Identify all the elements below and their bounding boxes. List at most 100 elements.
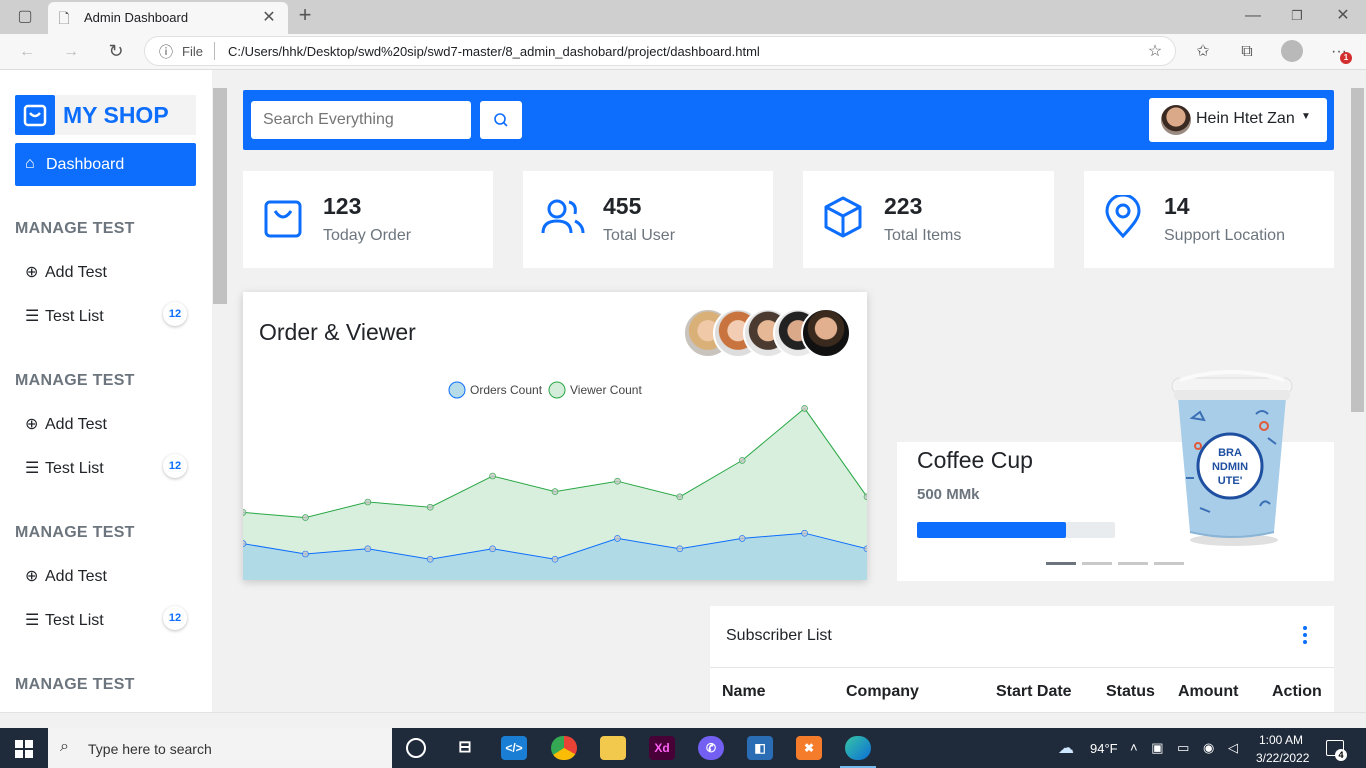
- close-window-icon[interactable]: ✕: [1332, 6, 1354, 26]
- vscode-icon[interactable]: </>: [501, 736, 527, 760]
- cup-text: UTE': [1218, 475, 1243, 487]
- legend-swatch[interactable]: [548, 381, 566, 399]
- brand[interactable]: MY SHOP: [15, 95, 196, 135]
- url-divider: [214, 42, 215, 60]
- legend-label[interactable]: Viewer Count: [570, 383, 642, 397]
- restore-icon[interactable]: ❐: [1286, 6, 1308, 26]
- sidebar-item-test-list[interactable]: ☰ Test List 12: [25, 454, 195, 482]
- sidebar-item-label: Add Test: [45, 416, 107, 433]
- data-point[interactable]: [302, 514, 309, 521]
- product-progress: [917, 522, 1115, 538]
- data-point[interactable]: [676, 493, 684, 501]
- edge-icon[interactable]: [845, 736, 871, 760]
- chrome-icon[interactable]: [551, 736, 577, 760]
- forward-icon[interactable]: →: [60, 42, 82, 62]
- carousel-indicator[interactable]: [1046, 562, 1076, 565]
- sidebar-item-label: Test List: [45, 460, 104, 477]
- task-view-icon[interactable]: ⊟: [452, 736, 478, 760]
- adobe-xd-icon[interactable]: Xd: [649, 736, 675, 760]
- weather-icon[interactable]: ☁: [1058, 738, 1074, 758]
- data-point[interactable]: [676, 545, 684, 553]
- data-point[interactable]: [551, 555, 559, 563]
- sidebar-scroll-thumb[interactable]: [213, 88, 227, 304]
- collections-icon[interactable]: ⧉: [1236, 42, 1258, 62]
- data-point[interactable]: [426, 503, 434, 511]
- carousel-indicator[interactable]: [1118, 562, 1148, 565]
- favorites-icon[interactable]: ✩: [1192, 42, 1214, 62]
- notification-count: 4: [1335, 749, 1347, 761]
- minimize-icon[interactable]: —: [1242, 6, 1264, 26]
- main-scroll-thumb[interactable]: [1351, 88, 1364, 412]
- data-point[interactable]: [551, 488, 559, 495]
- data-point[interactable]: [364, 545, 372, 553]
- sidebar-item-test-list[interactable]: ☰ Test List 12: [25, 606, 195, 634]
- close-tab-icon[interactable]: ✕: [260, 8, 278, 28]
- weather-temp[interactable]: 94°F: [1090, 741, 1118, 756]
- stat-label: Today Order: [323, 227, 412, 244]
- search-input[interactable]: [251, 101, 471, 139]
- more-options-icon[interactable]: [1300, 624, 1310, 648]
- data-point[interactable]: [738, 457, 746, 464]
- xampp-icon[interactable]: ✖: [796, 736, 822, 760]
- horizontal-scrollbar[interactable]: [0, 712, 1366, 728]
- sidebar-item-add-test[interactable]: ⊕ Add Test: [25, 566, 195, 590]
- clock-date[interactable]: 3/22/2022: [1256, 751, 1309, 765]
- sidebar-item-test-list[interactable]: ☰ Test List 12: [25, 302, 195, 330]
- data-point[interactable]: [801, 529, 808, 537]
- chart-svg: Orders Count Viewer Count: [239, 381, 871, 580]
- legend-swatch[interactable]: [448, 381, 466, 399]
- sidebar-item-add-test[interactable]: ⊕ Add Test: [25, 262, 195, 286]
- info-icon[interactable]: ⓘ: [156, 42, 176, 62]
- carousel-indicators[interactable]: [1046, 562, 1186, 566]
- refresh-icon[interactable]: ↻: [105, 41, 127, 61]
- sidebar-item-dashboard[interactable]: ⌂ Dashboard: [15, 143, 196, 186]
- user-dropdown[interactable]: Hein Htet Zan ▼: [1149, 98, 1327, 142]
- data-point[interactable]: [364, 498, 372, 506]
- sidebar-item-add-test[interactable]: ⊕ Add Test: [25, 414, 195, 438]
- app-icon[interactable]: ◧: [747, 736, 773, 760]
- clock-time[interactable]: 1:00 AM: [1259, 733, 1303, 747]
- system-tray-icons[interactable]: ˄ ▣ ▭ ◉ ◁: [1130, 740, 1243, 756]
- viber-icon[interactable]: ✆: [698, 736, 724, 760]
- data-point[interactable]: [801, 405, 808, 412]
- back-icon[interactable]: ←: [16, 42, 38, 62]
- product-name: Coffee Cup: [917, 447, 1033, 473]
- new-tab-icon[interactable]: +: [294, 4, 316, 26]
- data-point[interactable]: [489, 545, 496, 553]
- main-content: Hein Htet Zan ▼ 123 Today Order 455 Tota…: [229, 70, 1349, 712]
- url-text[interactable]: C:/Users/hhk/Desktop/swd%20sip/swd7-mast…: [228, 44, 760, 59]
- stat-label: Total Items: [884, 227, 962, 244]
- add-favorite-icon[interactable]: ☆: [1144, 42, 1166, 62]
- shop-bag-icon: [15, 95, 55, 135]
- search-button[interactable]: [480, 101, 522, 139]
- plus-circle-icon: ⊕: [25, 416, 39, 433]
- taskbar-search[interactable]: ⌕ Type here to search: [48, 728, 392, 768]
- users-icon: [541, 199, 585, 234]
- column-header: Action: [1272, 683, 1322, 700]
- page-icon: 🗋: [58, 10, 70, 26]
- carousel-indicator[interactable]: [1082, 562, 1112, 565]
- data-point[interactable]: [489, 472, 496, 480]
- section-heading: MANAGE TEST: [15, 676, 135, 693]
- data-point[interactable]: [426, 555, 434, 563]
- data-point[interactable]: [614, 477, 621, 485]
- stat-card-users: 455 Total User: [523, 171, 773, 268]
- cup-text: NDMIN: [1212, 461, 1248, 473]
- cortana-icon[interactable]: [406, 738, 426, 758]
- list-icon: ☰: [25, 308, 40, 325]
- data-point[interactable]: [614, 535, 621, 542]
- file-explorer-icon[interactable]: [600, 736, 626, 760]
- legend-label[interactable]: Orders Count: [470, 383, 543, 397]
- plus-circle-icon: ⊕: [25, 568, 39, 585]
- data-point[interactable]: [738, 535, 746, 542]
- stat-value: 123: [323, 193, 362, 219]
- data-point[interactable]: [302, 550, 309, 558]
- windows-start-icon[interactable]: [15, 740, 33, 758]
- browser-tab[interactable]: 🗋 Admin Dashboard ✕: [48, 2, 288, 34]
- search-icon: [494, 113, 508, 127]
- tab-actions-icon[interactable]: ▢: [14, 7, 36, 27]
- plus-circle-icon: ⊕: [25, 264, 39, 281]
- profile-avatar[interactable]: [1281, 40, 1303, 62]
- avatar: [801, 308, 851, 358]
- carousel-indicator[interactable]: [1154, 562, 1184, 565]
